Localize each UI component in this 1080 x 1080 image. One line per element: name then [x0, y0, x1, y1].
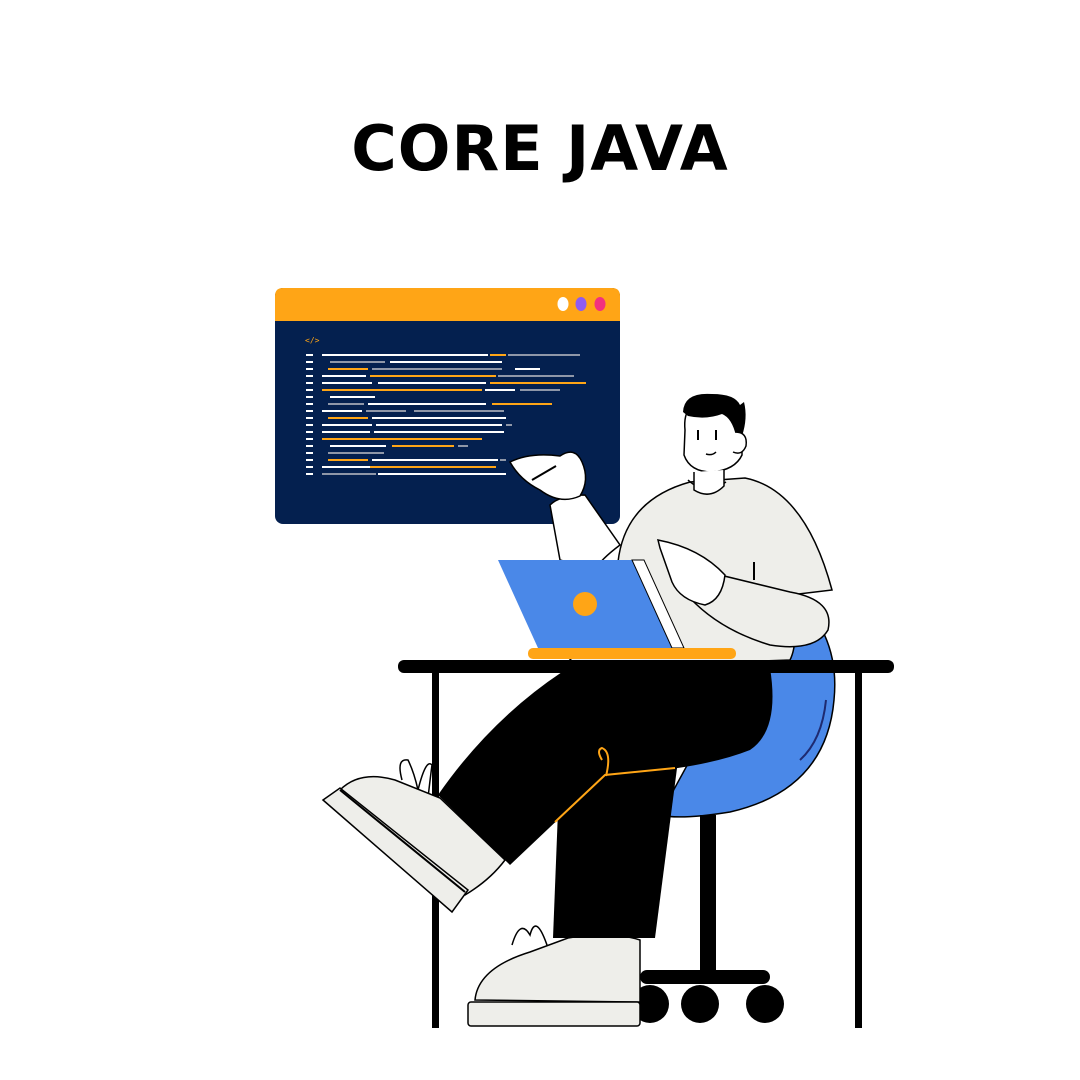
- code-line-marker: [306, 424, 313, 426]
- code-line-segment: [328, 452, 384, 454]
- code-line-marker: [306, 389, 313, 391]
- code-line-marker: [306, 438, 313, 440]
- code-line-segment: [500, 459, 506, 461]
- code-line-segment: [485, 389, 515, 391]
- code-line-marker: [306, 368, 313, 370]
- code-line-marker: [306, 396, 313, 398]
- code-line-segment: [510, 382, 586, 384]
- code-line-marker: [306, 403, 313, 405]
- code-line-segment: [390, 361, 502, 363]
- code-line-segment: [370, 375, 496, 377]
- code-line-marker: [306, 361, 313, 363]
- code-line-segment: [322, 466, 370, 468]
- laptop-logo-icon: [573, 592, 597, 616]
- code-line-segment: [508, 354, 580, 356]
- illustration: </>: [275, 288, 894, 1028]
- code-line-segment: [392, 445, 454, 447]
- code-line-marker: [306, 445, 313, 447]
- code-line-marker: [306, 375, 313, 377]
- code-line-segment: [322, 375, 366, 377]
- code-line-segment: [322, 431, 370, 433]
- code-line-marker: [306, 382, 313, 384]
- code-line-marker: [306, 410, 313, 412]
- code-line-segment: [330, 396, 375, 398]
- code-line-segment: [376, 424, 502, 426]
- code-line-marker: [306, 473, 313, 475]
- code-line-segment: [366, 410, 406, 412]
- code-line-segment: [322, 382, 372, 384]
- window-dot-white: [557, 297, 569, 311]
- code-line-segment: [330, 361, 385, 363]
- code-line-segment: [322, 354, 488, 356]
- code-line-segment: [370, 466, 496, 468]
- code-line-marker: [306, 466, 313, 468]
- code-line-segment: [328, 417, 368, 419]
- code-line-segment: [328, 459, 368, 461]
- code-line-marker: [306, 431, 313, 433]
- window-dot-pink: [594, 297, 606, 311]
- code-line-segment: [374, 431, 504, 433]
- chair-wheel: [681, 985, 719, 1023]
- window-dot-purple: [575, 297, 587, 311]
- code-line-segment: [322, 438, 482, 440]
- code-line-segment: [330, 445, 386, 447]
- code-line-segment: [378, 473, 506, 475]
- code-line-marker: [306, 417, 313, 419]
- code-line-segment: [372, 417, 506, 419]
- code-line-segment: [490, 382, 510, 384]
- code-line-segment: [328, 403, 364, 405]
- code-line-segment: [458, 445, 468, 447]
- code-line-segment: [490, 354, 506, 356]
- code-line-segment: [322, 410, 362, 412]
- code-line-segment: [322, 473, 376, 475]
- code-line-segment: [492, 403, 552, 405]
- code-line-segment: [322, 424, 372, 426]
- code-line-marker: [306, 452, 313, 454]
- code-line-segment: [322, 389, 482, 391]
- chair-wheel: [746, 985, 784, 1023]
- code-line-marker: [306, 354, 313, 356]
- code-line-marker: [306, 459, 313, 461]
- code-line-segment: [368, 403, 486, 405]
- code-line-segment: [328, 368, 368, 370]
- code-line-segment: [378, 382, 486, 384]
- code-icon: </>: [305, 336, 320, 345]
- code-line-segment: [498, 375, 574, 377]
- code-line-segment: [414, 410, 504, 412]
- lower-shoe: [467, 925, 641, 1027]
- code-line-segment: [372, 459, 498, 461]
- code-line-segment: [520, 389, 560, 391]
- code-line-segment: [515, 368, 540, 370]
- code-line-segment: [372, 368, 502, 370]
- code-line-segment: [506, 424, 512, 426]
